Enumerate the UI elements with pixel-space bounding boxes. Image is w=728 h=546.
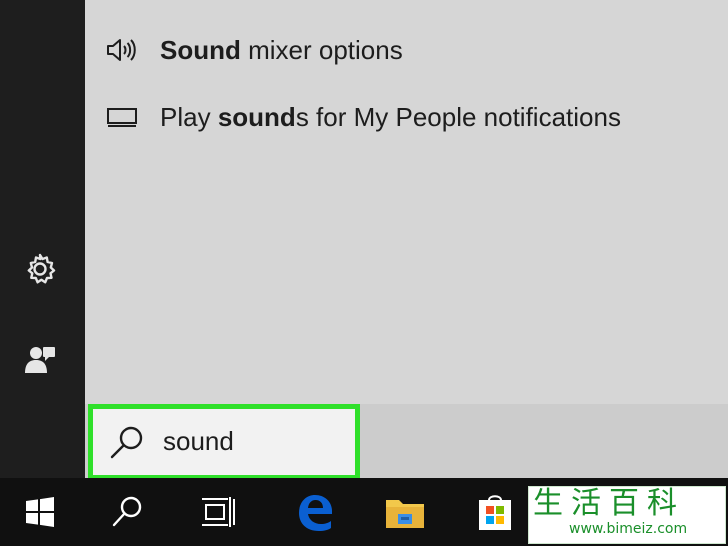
speaker-icon: [105, 34, 139, 66]
search-results-panel: Sound mixer options Play sounds for My P…: [85, 0, 728, 404]
search-icon: [112, 496, 142, 527]
result-label: Play sounds for My People notifications: [160, 102, 621, 132]
edge-button[interactable]: [275, 478, 355, 546]
result-sound-mixer-options[interactable]: Sound mixer options: [85, 23, 728, 77]
watermark-logo: 生活百科 www.bimeiz.com: [528, 486, 726, 544]
search-icon: [110, 426, 143, 459]
settings-icon: [27, 253, 56, 284]
display-icon: [105, 101, 139, 133]
result-label: Sound mixer options: [160, 35, 403, 65]
windows-start-icon: [26, 497, 54, 527]
watermark-chars: 生活百科: [533, 486, 685, 521]
settings-button[interactable]: [20, 249, 60, 289]
store-icon: [479, 495, 511, 530]
file-explorer-button[interactable]: [365, 478, 445, 546]
start-left-rail: [0, 0, 85, 478]
file-explorer-icon: [386, 500, 424, 528]
user-icon: [25, 347, 55, 373]
search-input[interactable]: [163, 423, 343, 459]
task-view-icon: [202, 497, 235, 527]
watermark-url: www.bimeiz.com: [569, 521, 688, 537]
result-play-sounds-my-people[interactable]: Play sounds for My People notifications: [85, 90, 728, 144]
search-box[interactable]: [88, 404, 360, 480]
user-button[interactable]: [20, 338, 60, 378]
start-button[interactable]: [0, 478, 80, 546]
taskbar-search-button[interactable]: [88, 478, 168, 546]
edge-icon: [299, 495, 332, 531]
store-button[interactable]: [455, 478, 535, 546]
task-view-button[interactable]: [178, 478, 258, 546]
